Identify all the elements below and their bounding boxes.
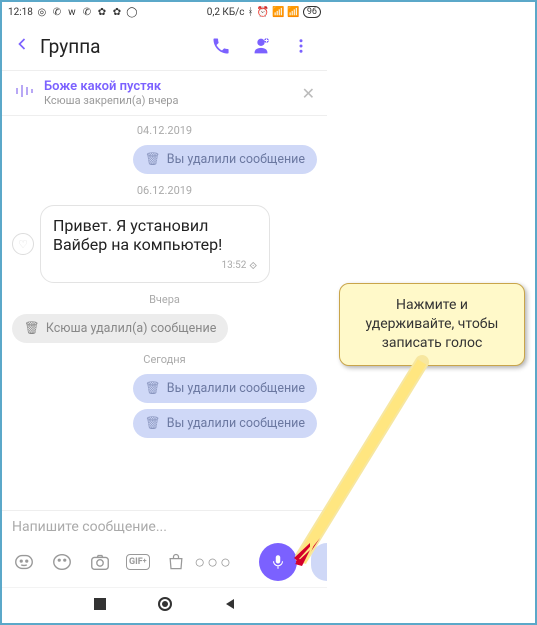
- message-row: 🗑 Вы удалили сообщение: [12, 409, 317, 438]
- battery-level: 96: [303, 6, 321, 18]
- date-separator: Вчера: [12, 293, 317, 306]
- chat-header: Группа: [2, 22, 327, 70]
- trash-icon: 🗑: [145, 416, 161, 431]
- message-text: Привет. Я установил Вайбер на компьютер!: [53, 216, 222, 254]
- deleted-message[interactable]: 🗑 Вы удалили сообщение: [133, 145, 317, 174]
- date-separator: 04.12.2019: [12, 124, 317, 137]
- unpin-button[interactable]: ✕: [302, 84, 315, 103]
- send-peek: [311, 543, 327, 581]
- deleted-message[interactable]: 🗑 Вы удалили сообщение: [133, 409, 317, 438]
- home-button[interactable]: [157, 596, 173, 616]
- chat-scroll[interactable]: 04.12.2019 🗑 Вы удалили сообщение 06.12.…: [2, 116, 327, 510]
- tooltip-callout: Нажмите и удерживайте, чтобы записать го…: [339, 283, 525, 366]
- like-button[interactable]: ♡: [12, 233, 34, 255]
- trash-icon: 🗑: [145, 381, 161, 396]
- deleted-text: Вы удалили сообщение: [167, 416, 305, 431]
- back-button[interactable]: [12, 34, 32, 58]
- deleted-text: Ксюша удалил(а) сообщение: [46, 321, 216, 336]
- back-nav-button[interactable]: [223, 596, 237, 615]
- message-input[interactable]: Напишите сообщение...: [12, 519, 317, 535]
- status-bar: 12:18 ◎ ✆ w ✆ ✿ ✿ ◯ 0,2 КБ/с ᚼ ⏰ 📶 📶 96: [2, 2, 327, 22]
- pinned-subtitle: Ксюша закрепил(а) вчера: [44, 94, 292, 107]
- android-nav-bar: [2, 587, 327, 623]
- date-separator: Сегодня: [12, 353, 317, 366]
- data-rate: 0,2 КБ/с: [207, 7, 245, 18]
- vk-icon: w: [66, 6, 78, 18]
- sticker-icon[interactable]: [12, 551, 36, 573]
- recent-apps-button[interactable]: [93, 596, 107, 615]
- call-button[interactable]: [205, 30, 237, 62]
- message-row: 🗑 Вы удалили сообщение: [12, 374, 317, 403]
- status-time: 12:18: [8, 7, 33, 18]
- menu-button[interactable]: [285, 30, 317, 62]
- sync2-icon: ✿: [111, 6, 123, 18]
- message-row: 🗑 Ксюша удалил(а) сообщение: [12, 314, 317, 343]
- add-member-button[interactable]: [245, 30, 277, 62]
- circle-icon: ◯: [126, 6, 138, 18]
- camera-icon[interactable]: [88, 551, 112, 573]
- date-separator: 06.12.2019: [12, 184, 317, 197]
- read-status-icon: 𐰬: [249, 258, 257, 272]
- emoji-icon[interactable]: [50, 551, 74, 573]
- shop-icon[interactable]: [164, 552, 188, 572]
- wifi-icon: 📶: [287, 7, 299, 18]
- message-row: 🗑 Вы удалили сообщение: [12, 145, 317, 174]
- phone-icon: ✆: [81, 6, 93, 18]
- phone-frame: 12:18 ◎ ✆ w ✆ ✿ ✿ ◯ 0,2 КБ/с ᚼ ⏰ 📶 📶 96 …: [2, 2, 327, 623]
- message-row: ♡ Привет. Я установил Вайбер на компьюте…: [12, 205, 317, 283]
- pinned-message[interactable]: Боже какой пустяк Ксюша закрепил(а) вчер…: [2, 71, 327, 115]
- signal-icon: 📶: [272, 7, 284, 18]
- sync-icon: ✿: [96, 6, 108, 18]
- callout-text: Нажмите и удерживайте, чтобы записать го…: [366, 297, 499, 351]
- gif-label: GIF: [129, 557, 143, 567]
- bluetooth-icon: ᚼ: [248, 7, 254, 18]
- whatsapp-icon: ✆: [51, 6, 63, 18]
- gif-icon[interactable]: GIF+: [126, 554, 150, 570]
- voice-record-button[interactable]: [259, 543, 297, 581]
- instagram-icon: ◎: [36, 6, 48, 18]
- deleted-message[interactable]: 🗑 Вы удалили сообщение: [133, 374, 317, 403]
- message-bubble[interactable]: Привет. Я установил Вайбер на компьютер!…: [40, 205, 270, 283]
- chat-title: Группа: [40, 35, 197, 58]
- audio-wave-icon: [14, 82, 34, 104]
- more-icon[interactable]: ○○○: [202, 552, 226, 573]
- message-time: 13:52: [221, 260, 246, 271]
- pinned-title: Боже какой пустяк: [44, 79, 292, 94]
- deleted-message[interactable]: 🗑 Ксюша удалил(а) сообщение: [12, 314, 228, 343]
- trash-icon: 🗑: [24, 321, 40, 336]
- trash-icon: 🗑: [145, 152, 161, 167]
- input-bar: Напишите сообщение... GIF+ ○○○: [2, 510, 327, 587]
- deleted-text: Вы удалили сообщение: [167, 152, 305, 167]
- alarm-icon: ⏰: [257, 7, 269, 18]
- deleted-text: Вы удалили сообщение: [167, 381, 305, 396]
